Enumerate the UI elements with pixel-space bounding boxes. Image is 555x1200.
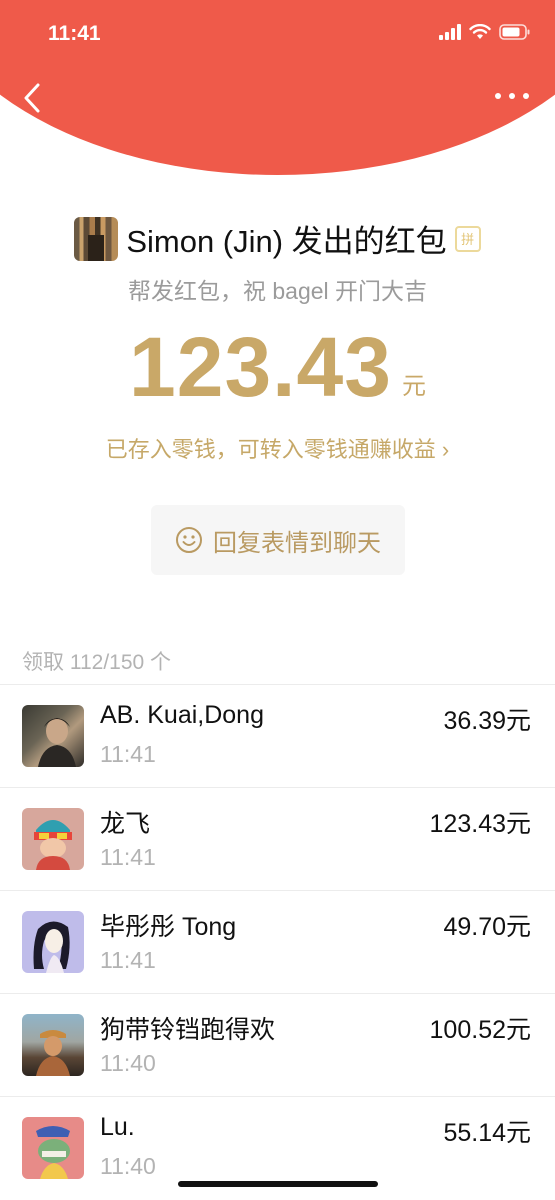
list-item[interactable]: 狗带铃铛跑得欢 11:40 100.52元 — [0, 993, 555, 1096]
claim-amount: 100.52元 — [429, 1016, 531, 1044]
more-button[interactable] — [495, 88, 529, 104]
claimer-name: 毕彤彤 Tong — [100, 913, 237, 941]
reply-button-label: 回复表情到聊天 — [213, 529, 381, 557]
battery-icon — [499, 24, 531, 40]
sender-avatar[interactable] — [74, 216, 119, 261]
reply-emoji-button[interactable]: 回复表情到聊天 — [151, 505, 405, 575]
sender-row: Simon (Jin) 发出的红包 拼 — [0, 216, 555, 261]
claimer-name: Lu. — [100, 1113, 135, 1141]
chevron-left-icon — [24, 83, 40, 113]
claim-amount: 123.43元 — [429, 810, 531, 838]
received-amount: 123.43 — [129, 320, 392, 414]
wifi-icon — [469, 24, 491, 40]
list-item[interactable]: 毕彤彤 Tong 11:41 49.70元 — [0, 890, 555, 993]
claimer-name: AB. Kuai,Dong — [100, 701, 264, 729]
claim-amount: 55.14元 — [443, 1119, 531, 1147]
red-header: 11:41 — [0, 0, 555, 175]
claim-time: 11:41 — [100, 947, 156, 973]
greeting-text: 帮发红包，祝 bagel 开门大吉 — [127, 278, 428, 304]
smile-icon — [175, 526, 203, 554]
cellular-signal-icon — [439, 24, 461, 40]
claim-amount: 49.70元 — [443, 913, 531, 941]
amount-row: 123.43 元 — [0, 325, 555, 409]
claim-time: 11:40 — [100, 1153, 156, 1179]
claim-time: 11:41 — [100, 741, 156, 767]
back-button[interactable] — [18, 80, 50, 116]
status-icons — [439, 24, 531, 40]
claim-amount: 36.39元 — [443, 707, 531, 735]
avatar[interactable] — [22, 1014, 84, 1076]
list-item[interactable]: AB. Kuai,Dong 11:41 36.39元 — [0, 684, 555, 787]
claim-time: 11:40 — [100, 1050, 156, 1076]
group-pin-badge: 拼 — [454, 225, 481, 252]
status-time: 11:41 — [48, 22, 101, 45]
claimer-name: 龙飞 — [100, 810, 151, 838]
avatar[interactable] — [22, 1117, 84, 1179]
list-item[interactable]: 龙飞 11:41 123.43元 — [0, 787, 555, 890]
sender-name: Simon (Jin) 发出的红包 — [126, 224, 447, 259]
claimer-name: 狗带铃铛跑得欢 — [100, 1016, 276, 1044]
avatar[interactable] — [22, 911, 84, 973]
claimed-list: AB. Kuai,Dong 11:41 36.39元 龙飞 11:41 123.… — [0, 684, 555, 1199]
avatar[interactable] — [22, 808, 84, 870]
home-indicator[interactable] — [178, 1181, 378, 1187]
claimed-summary: 领取 112/150 个 — [22, 651, 172, 674]
avatar[interactable] — [22, 705, 84, 767]
amount-unit: 元 — [401, 373, 426, 400]
claim-time: 11:41 — [100, 844, 156, 870]
balance-link[interactable]: 已存入零钱，可转入零钱通赚收益 › — [0, 432, 555, 464]
more-dots-icon — [495, 93, 501, 99]
